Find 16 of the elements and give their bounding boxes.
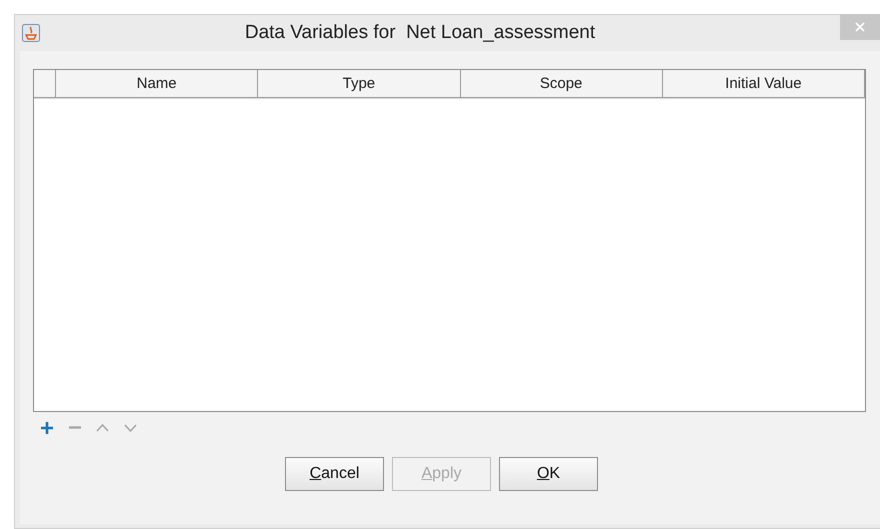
dialog-button[interactable]: Cancel xyxy=(285,457,384,491)
chevron-up-icon xyxy=(96,424,109,432)
row-header-corner xyxy=(34,70,56,98)
window-title: Data Variables for Net Loan_assessment xyxy=(244,22,596,44)
column-header[interactable]: Type xyxy=(258,70,460,98)
remove-icon xyxy=(68,426,80,429)
add-icon xyxy=(40,422,52,434)
column-header[interactable]: Name xyxy=(56,70,258,98)
close-button[interactable] xyxy=(840,14,880,40)
chevron-down-icon xyxy=(124,424,137,432)
app-icon xyxy=(22,24,40,42)
close-icon xyxy=(855,22,865,32)
add-button[interactable] xyxy=(39,420,54,435)
column-header[interactable]: Initial Value xyxy=(662,70,865,98)
dialog-button[interactable]: OK xyxy=(499,457,598,491)
column-header[interactable]: Scope xyxy=(460,70,663,98)
